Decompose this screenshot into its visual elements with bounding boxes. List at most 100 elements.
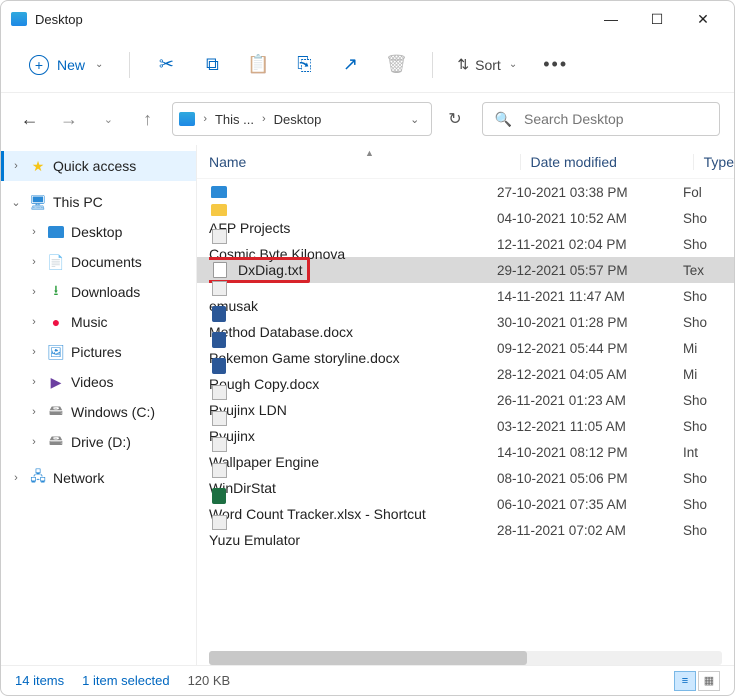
- expand-icon[interactable]: ›: [9, 160, 23, 172]
- back-button[interactable]: ←: [15, 109, 44, 130]
- status-bar: 14 items 1 item selected 120 KB ≡ ▦: [1, 665, 734, 695]
- sidebar-item-this-pc[interactable]: ⌄ 🖥 This PC: [1, 187, 196, 217]
- file-type: Sho: [683, 523, 734, 538]
- paste-button[interactable]: [238, 54, 278, 75]
- expand-icon[interactable]: ›: [9, 472, 23, 484]
- navigation-pane: › ★ Quick access ⌄ 🖥 This PC › Desktop ›…: [1, 145, 197, 665]
- file-date: 08-10-2021 05:06 PM: [497, 471, 683, 486]
- more-button[interactable]: •••: [531, 54, 580, 75]
- rename-button[interactable]: [284, 54, 324, 75]
- search-box[interactable]: 🔍: [482, 102, 720, 136]
- sidebar-item-drive-c[interactable]: › 🖴 Windows (C:): [1, 397, 196, 427]
- file-type: Sho: [683, 419, 734, 434]
- pictures-icon: 🖼: [47, 343, 65, 361]
- file-row[interactable]: Cosmic Byte Kilonova12-11-2021 02:04 PMS…: [197, 231, 734, 257]
- expand-icon[interactable]: ›: [27, 316, 41, 328]
- column-header-date[interactable]: Date modified: [520, 154, 693, 170]
- breadcrumb-chevron-icon: ›: [199, 113, 211, 125]
- file-date: 03-12-2021 11:05 AM: [497, 419, 683, 434]
- sort-label: Sort: [475, 57, 501, 73]
- location-icon: [179, 112, 195, 126]
- sidebar-item-desktop[interactable]: › Desktop: [1, 217, 196, 247]
- tree-label: Windows (C:): [71, 404, 155, 420]
- sidebar-item-videos[interactable]: › ▶ Videos: [1, 367, 196, 397]
- expand-icon[interactable]: ›: [27, 436, 41, 448]
- sidebar-item-network[interactable]: › 🖧 Network: [1, 463, 196, 493]
- tree-label: Desktop: [71, 224, 122, 240]
- file-date: 27-10-2021 03:38 PM: [497, 185, 683, 200]
- file-date: 30-10-2021 01:28 PM: [497, 315, 683, 330]
- expand-icon[interactable]: ›: [27, 376, 41, 388]
- sort-button[interactable]: Sort ⌄: [449, 56, 525, 73]
- expand-icon[interactable]: ›: [27, 286, 41, 298]
- file-date: 14-10-2021 08:12 PM: [497, 445, 683, 460]
- column-header-type[interactable]: Type: [693, 154, 734, 170]
- delete-button[interactable]: [376, 54, 416, 75]
- videos-icon: ▶: [47, 373, 65, 391]
- address-dropdown-icon[interactable]: ⌄: [404, 113, 425, 126]
- file-icon: [209, 408, 229, 428]
- new-button[interactable]: + New ⌄: [19, 49, 113, 81]
- file-type: Sho: [683, 497, 734, 512]
- sidebar-item-quick-access[interactable]: › ★ Quick access: [1, 151, 196, 181]
- view-details-button[interactable]: ≡: [674, 671, 696, 691]
- file-row[interactable]: Yuzu Emulator28-11-2021 07:02 AMSho: [197, 517, 734, 543]
- sidebar-item-drive-d[interactable]: › 🖴 Drive (D:): [1, 427, 196, 457]
- address-bar[interactable]: › This ... › Desktop ⌄: [172, 102, 432, 136]
- scrollbar-thumb[interactable]: [209, 651, 527, 665]
- minimize-button[interactable]: —: [598, 6, 624, 32]
- expand-icon[interactable]: ›: [27, 406, 41, 418]
- separator: [432, 52, 433, 78]
- file-icon: [209, 434, 229, 454]
- collapse-icon[interactable]: ⌄: [9, 196, 23, 209]
- tree-label: Network: [53, 470, 104, 486]
- breadcrumb-chevron-icon: ›: [258, 113, 270, 125]
- file-type: Mi: [683, 341, 734, 356]
- copy-button[interactable]: [192, 54, 232, 75]
- file-type: Sho: [683, 211, 734, 226]
- sidebar-item-documents[interactable]: › 📄 Documents: [1, 247, 196, 277]
- expand-icon[interactable]: ›: [27, 256, 41, 268]
- expand-icon[interactable]: ›: [27, 346, 41, 358]
- share-button[interactable]: [330, 54, 370, 75]
- close-button[interactable]: ✕: [690, 6, 716, 32]
- view-thumbnails-button[interactable]: ▦: [698, 671, 720, 691]
- column-headers: ▲ Name Date modified Type: [197, 145, 734, 179]
- pc-icon: 🖥: [29, 193, 47, 211]
- tree-label: Documents: [71, 254, 142, 270]
- new-label: New: [57, 57, 85, 73]
- status-item-count: 14 items: [15, 673, 64, 688]
- documents-icon: 📄: [47, 253, 65, 271]
- up-button[interactable]: ↑: [133, 109, 162, 130]
- sidebar-item-downloads[interactable]: › ⭳ Downloads: [1, 277, 196, 307]
- sidebar-item-pictures[interactable]: › 🖼 Pictures: [1, 337, 196, 367]
- file-icon: [209, 356, 229, 376]
- recent-button[interactable]: ⌄: [94, 113, 123, 126]
- tree-label: Videos: [71, 374, 114, 390]
- sidebar-item-music[interactable]: › ● Music: [1, 307, 196, 337]
- refresh-button[interactable]: ↻: [438, 109, 471, 129]
- file-type: Int: [683, 445, 734, 460]
- breadcrumb-seg-1[interactable]: This ...: [215, 112, 254, 127]
- chevron-down-icon: ⌄: [95, 59, 103, 70]
- file-type: Sho: [683, 393, 734, 408]
- forward-button[interactable]: →: [54, 109, 83, 130]
- file-type: Tex: [683, 263, 734, 278]
- expand-icon[interactable]: ›: [27, 226, 41, 238]
- toolbar: + New ⌄ Sort ⌄ •••: [1, 37, 734, 93]
- horizontal-scrollbar[interactable]: [209, 651, 722, 665]
- tree-label: Music: [71, 314, 108, 330]
- search-input[interactable]: [522, 110, 707, 128]
- file-date: 29-12-2021 05:57 PM: [497, 263, 683, 278]
- file-icon: [209, 278, 229, 298]
- file-icon: [209, 182, 229, 202]
- cut-button[interactable]: [146, 54, 186, 75]
- file-date: 28-11-2021 07:02 AM: [497, 523, 683, 538]
- file-icon: [209, 486, 229, 506]
- breadcrumb-seg-2[interactable]: Desktop: [274, 112, 322, 127]
- maximize-button[interactable]: ☐: [644, 6, 670, 32]
- separator: [129, 52, 130, 78]
- disk-icon: 🖴: [47, 403, 65, 421]
- plus-icon: +: [29, 55, 49, 75]
- file-type: Sho: [683, 237, 734, 252]
